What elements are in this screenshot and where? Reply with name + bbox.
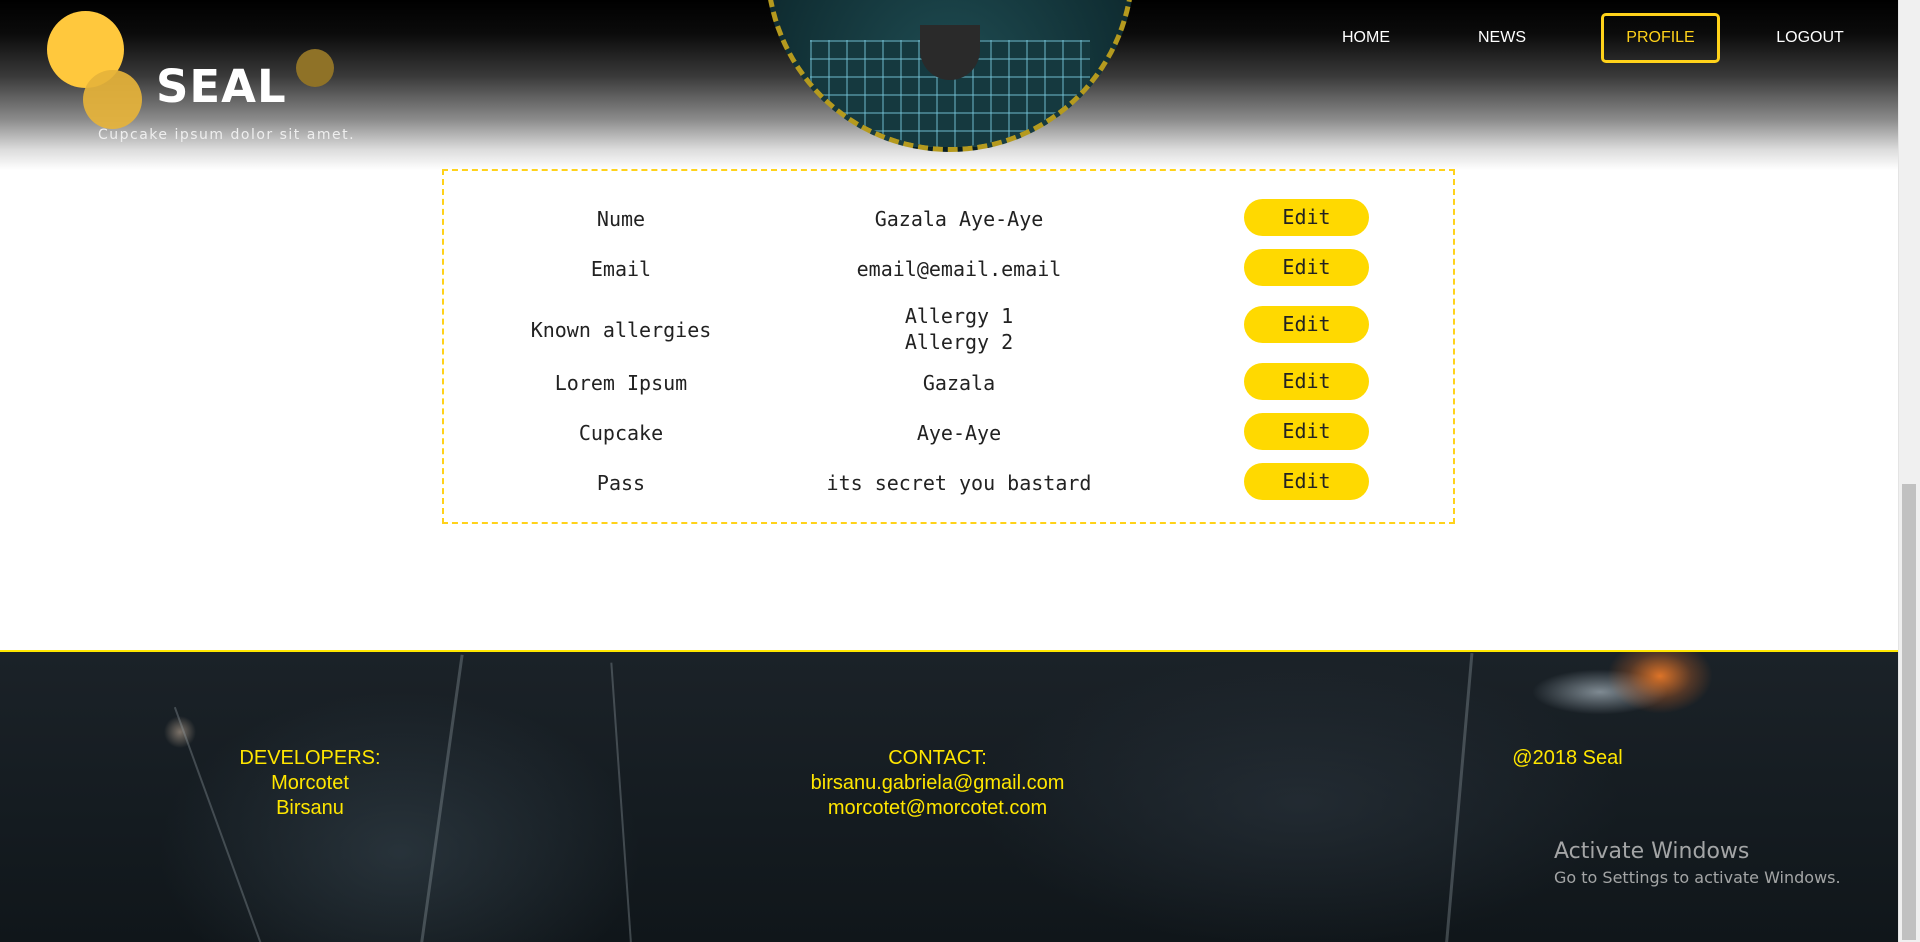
nav-logout-link[interactable]: LOGOUT — [1756, 13, 1864, 63]
contact-heading: CONTACT: — [888, 747, 987, 769]
field-label: Cupcake — [578, 421, 664, 445]
field-value: its secret you bastard — [826, 471, 1092, 495]
windows-activation-watermark: Activate Windows Go to Settings to activ… — [1554, 837, 1841, 889]
logo-circle-medium — [83, 70, 142, 129]
background-plant-stem — [610, 662, 632, 942]
nav-profile-link[interactable]: PROFILE — [1601, 13, 1720, 63]
site-header: SEAL Cupcake ipsum dolor sit amet. HOME … — [0, 0, 1899, 170]
watermark-title: Activate Windows — [1554, 839, 1750, 864]
profile-avatar — [765, 0, 1135, 152]
viewport: SEAL Cupcake ipsum dolor sit amet. HOME … — [0, 0, 1899, 942]
edit-name-button[interactable]: Edit — [1244, 199, 1369, 236]
nav-home-link[interactable]: HOME — [1292, 13, 1440, 63]
footer-copyright: @2018 Seal — [1512, 747, 1623, 769]
profile-row-email: Email email@email.email Edit — [444, 249, 1453, 289]
profile-row-allergies: Known allergies Allergy 1 Allergy 2 Edit — [444, 297, 1453, 357]
edit-allergies-button[interactable]: Edit — [1244, 306, 1369, 343]
field-label: Known allergies — [530, 318, 712, 342]
profile-details-panel: Nume Gazala Aye-Aye Edit Email email@ema… — [442, 169, 1455, 524]
edit-pass-button[interactable]: Edit — [1244, 463, 1369, 500]
nav-news-link[interactable]: NEWS — [1438, 13, 1566, 63]
field-value: Aye-Aye — [916, 421, 1002, 445]
vertical-scrollbar[interactable] — [1898, 0, 1920, 942]
field-value: Gazala — [922, 371, 996, 395]
watermark-subtitle: Go to Settings to activate Windows. — [1554, 868, 1841, 887]
brand-tagline: Cupcake ipsum dolor sit amet. — [98, 127, 356, 143]
brand-logo[interactable]: SEAL — [156, 60, 287, 113]
edit-cupcake-button[interactable]: Edit — [1244, 413, 1369, 450]
profile-row-name: Nume Gazala Aye-Aye Edit — [444, 199, 1453, 239]
field-label: Lorem Ipsum — [554, 371, 688, 395]
profile-row-cupcake: Cupcake Aye-Aye Edit — [444, 413, 1453, 453]
site-footer: DEVELOPERS: Morcotet Birsanu CONTACT: bi… — [0, 650, 1899, 942]
edit-lorem-button[interactable]: Edit — [1244, 363, 1369, 400]
profile-row-lorem: Lorem Ipsum Gazala Edit — [444, 363, 1453, 403]
edit-email-button[interactable]: Edit — [1244, 249, 1369, 286]
developer-name: Morcotet — [271, 772, 349, 794]
field-label: Email — [590, 257, 652, 281]
contact-email-link[interactable]: birsanu.gabriela@gmail.com — [811, 772, 1065, 794]
background-plant-stem — [173, 706, 262, 942]
developers-heading: DEVELOPERS: — [239, 747, 381, 769]
developer-name: Birsanu — [276, 797, 344, 819]
field-value-line: Allergy 2 — [904, 330, 1014, 354]
field-label: Nume — [596, 207, 646, 231]
logo-circle-small — [296, 49, 334, 87]
footer-contact: CONTACT: birsanu.gabriela@gmail.com morc… — [770, 746, 1105, 821]
background-plant-stem — [1445, 652, 1474, 942]
scrollbar-thumb[interactable] — [1902, 484, 1916, 940]
field-value-line: Allergy 1 — [904, 304, 1014, 328]
profile-row-pass: Pass its secret you bastard Edit — [444, 463, 1453, 503]
field-label: Pass — [596, 471, 646, 495]
footer-developers: DEVELOPERS: Morcotet Birsanu — [200, 746, 420, 821]
contact-email-link[interactable]: morcotet@morcotet.com — [828, 797, 1047, 819]
field-value: email@email.email — [856, 257, 1062, 281]
field-value: Gazala Aye-Aye — [874, 207, 1044, 231]
background-plant-stem — [420, 654, 464, 942]
page: SEAL Cupcake ipsum dolor sit amet. HOME … — [0, 0, 1920, 942]
